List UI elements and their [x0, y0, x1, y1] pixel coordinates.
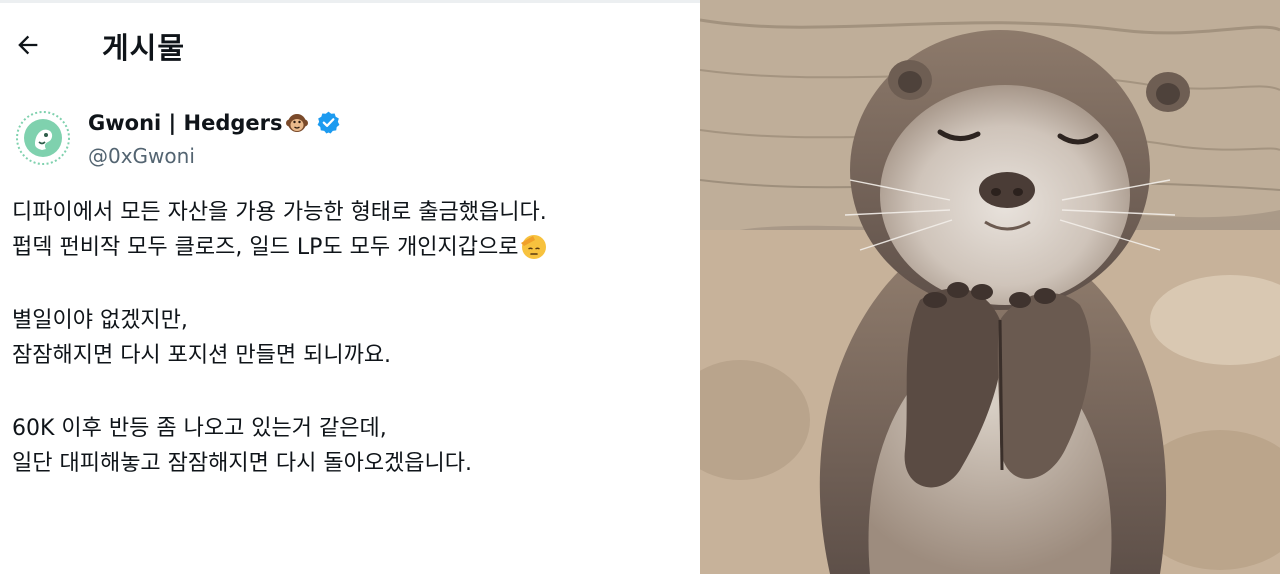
tweet-line: 별일이야 없겠지만, [12, 308, 188, 333]
tweet-paragraph: 60K 이후 반등 좀 나오고 있는거 같은데, 일단 대피해놓고 잠잠해지면 … [12, 411, 692, 481]
tweet-line: 디파이에서 모든 자산을 가용 가능한 형태로 출금했읍니다. [12, 200, 547, 225]
avatar[interactable] [14, 109, 72, 167]
tweet-paragraph: 디파이에서 모든 자산을 가용 가능한 형태로 출금했읍니다. 펍덱 펀비작 모… [12, 195, 692, 265]
tweet-body: 디파이에서 모든 자산을 가용 가능한 형태로 출금했읍니다. 펍덱 펀비작 모… [12, 195, 692, 519]
user-handle[interactable]: @0xGwoni [88, 144, 195, 168]
otter-praying-photo [700, 0, 1280, 574]
tweet-paragraph: 별일이야 없겠지만, 잠잠해지면 다시 포지션 만들면 되니까요. [12, 303, 692, 373]
tweet-line: 60K 이후 반등 좀 나오고 있는거 같은데, [12, 416, 387, 441]
arrow-left-icon[interactable] [14, 31, 42, 59]
tweet-panel: 게시물 Gwoni | Hedgers @0xGwoni 디파이에서 모든 자산… [0, 0, 700, 574]
attached-photo[interactable] [700, 0, 1280, 574]
verified-badge-icon[interactable] [316, 110, 341, 135]
tweet-author: Gwoni | Hedgers @0xGwoni [12, 107, 692, 171]
screenshot-composite: 게시물 Gwoni | Hedgers @0xGwoni 디파이에서 모든 자산… [0, 0, 1280, 574]
tweet-line: 일단 대피해놓고 잠잠해지면 다시 돌아오겠읍니다. [12, 451, 473, 476]
avatar-logo-icon [14, 109, 72, 167]
saluting-face-icon [520, 235, 546, 259]
page-title: 게시물 [102, 31, 186, 65]
display-name-row[interactable]: Gwoni | Hedgers [88, 110, 341, 135]
display-name[interactable]: Gwoni | Hedgers [88, 111, 283, 135]
tweet-line: 잠잠해지면 다시 포지션 만들면 되니까요. [12, 343, 392, 368]
post-header: 게시물 [0, 3, 700, 81]
tweet-line-with-emoji: 펍덱 펀비작 모두 클로즈, 일드 LP도 모두 개인지갑으로 [12, 230, 692, 265]
tweet-line: 펍덱 펀비작 모두 클로즈, 일드 LP도 모두 개인지갑으로 [12, 235, 519, 260]
monkey-face-icon [285, 113, 308, 132]
